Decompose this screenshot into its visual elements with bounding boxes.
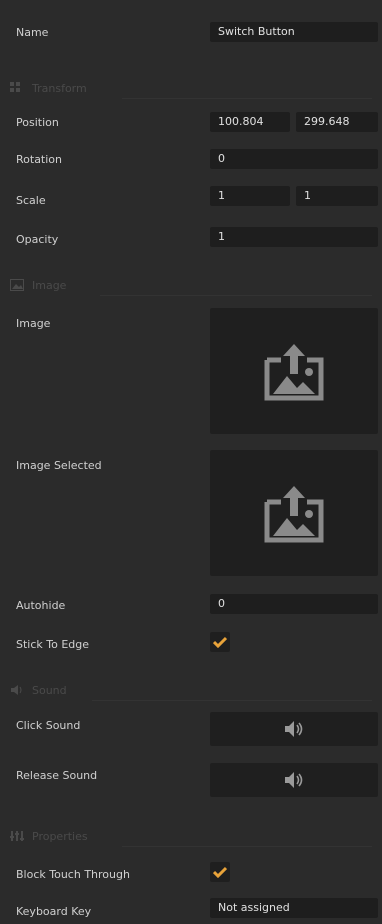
scale-x-field[interactable]: 1 (210, 186, 290, 206)
speaker-icon (285, 772, 303, 788)
scale-label: Scale (16, 194, 46, 207)
name-label: Name (16, 26, 49, 39)
properties-section-icon (10, 831, 24, 841)
checkmark-icon (213, 866, 227, 878)
checkmark-icon (213, 636, 227, 648)
keyboard-key-label: Keyboard Key (16, 905, 92, 918)
section-divider (92, 700, 372, 701)
transform-icon (10, 82, 20, 92)
image-selected-label: Image Selected (16, 459, 102, 472)
section-divider (100, 295, 372, 296)
autohide-label: Autohide (16, 599, 66, 612)
position-x-field[interactable]: 100.804 (210, 112, 290, 132)
image-upload-box[interactable] (210, 308, 378, 434)
rotation-label: Rotation (16, 153, 63, 166)
section-divider (122, 98, 372, 99)
rotation-field[interactable]: 0 (210, 149, 378, 169)
section-sound[interactable]: Sound (10, 682, 67, 698)
keyboard-key-field[interactable]: Not assigned (210, 898, 378, 918)
speaker-icon (285, 721, 303, 737)
image-upload-icon (264, 486, 324, 543)
block-touch-through-checkbox[interactable] (210, 862, 230, 882)
speaker-section-icon (11, 685, 22, 695)
position-y-field[interactable]: 299.648 (296, 112, 378, 132)
autohide-field[interactable]: 0 (210, 594, 378, 614)
section-transform[interactable]: Transform (10, 80, 87, 96)
opacity-field[interactable]: 1 (210, 227, 378, 247)
image-label: Image (16, 317, 51, 330)
section-properties-title: Properties (32, 829, 88, 843)
block-touch-through-label: Block Touch Through (16, 868, 130, 881)
image-selected-upload-box[interactable] (210, 450, 378, 576)
section-transform-title: Transform (32, 81, 87, 95)
release-sound-label: Release Sound (16, 769, 98, 782)
section-image[interactable]: Image (10, 277, 66, 293)
release-sound-picker[interactable] (210, 763, 378, 797)
image-upload-icon (264, 344, 324, 401)
click-sound-label: Click Sound (16, 719, 81, 732)
click-sound-picker[interactable] (210, 712, 378, 746)
name-field[interactable]: Switch Button (210, 22, 378, 42)
scale-y-field[interactable]: 1 (296, 186, 378, 206)
stick-to-edge-checkbox[interactable] (210, 632, 230, 652)
section-properties[interactable]: Properties (10, 828, 88, 844)
image-section-icon (10, 279, 24, 291)
section-sound-title: Sound (32, 683, 67, 697)
opacity-label: Opacity (16, 233, 59, 246)
section-image-title: Image (32, 278, 67, 292)
stick-to-edge-label: Stick To Edge (16, 638, 90, 651)
inspector-panel: Name Switch Button Transform Position 10… (0, 0, 382, 924)
section-divider (122, 846, 372, 847)
position-label: Position (16, 116, 59, 129)
